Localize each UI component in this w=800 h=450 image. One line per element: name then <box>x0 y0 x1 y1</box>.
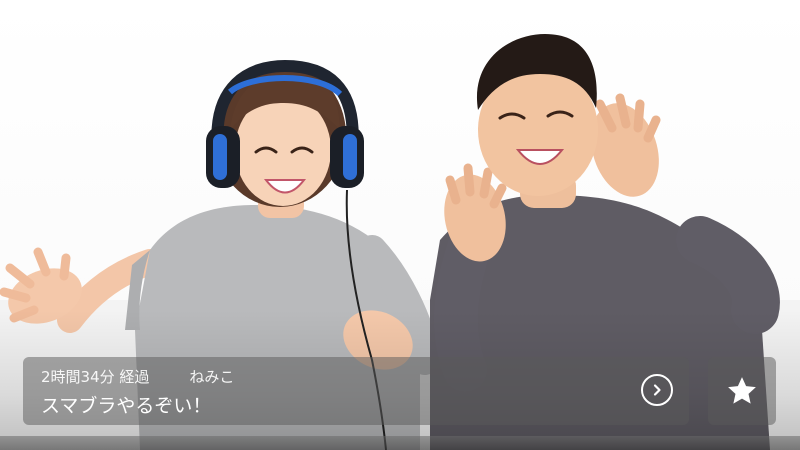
favorite-button[interactable] <box>708 357 776 425</box>
stream-thumbnail[interactable]: 2時間34分 経過 ねみこ スマブラやるぞい！ <box>0 0 800 450</box>
stream-info-card[interactable]: 2時間34分 経過 ねみこ スマブラやるぞい！ <box>23 357 689 425</box>
bottom-strip <box>0 436 800 450</box>
star-icon <box>728 377 756 404</box>
detail-button[interactable] <box>641 374 673 406</box>
stream-title: スマブラやるぞい！ <box>41 395 212 417</box>
elapsed-time: 2時間34分 経過 <box>41 367 150 386</box>
stream-meta: 2時間34分 経過 ねみこ <box>41 363 671 389</box>
chevron-right-icon <box>653 384 661 396</box>
streamer-name: ねみこ <box>189 367 235 386</box>
